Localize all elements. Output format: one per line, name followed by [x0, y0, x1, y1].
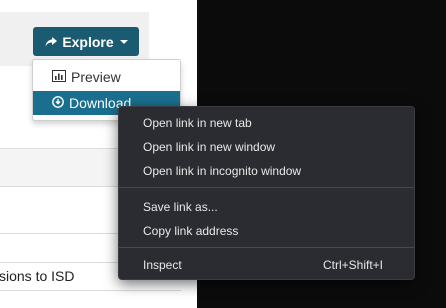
menu-separator — [119, 247, 414, 248]
ctx-save-link-as[interactable]: Save link as... — [119, 195, 414, 219]
ctx-inspect-label: Inspect — [143, 258, 182, 272]
table-row-text: ssions to ISD — [0, 268, 75, 284]
explore-button[interactable]: Explore — [33, 27, 139, 56]
download-circle-icon — [52, 95, 64, 111]
menu-separator — [119, 187, 414, 188]
ctx-copy-link-address[interactable]: Copy link address — [119, 219, 414, 243]
share-arrow-icon — [44, 36, 58, 48]
ctx-open-new-window[interactable]: Open link in new window — [119, 135, 414, 159]
browser-context-menu: Open link in new tab Open link in new wi… — [118, 106, 415, 280]
caret-down-icon — [119, 39, 128, 44]
menu-item-label: Preview — [71, 69, 121, 85]
explore-button-label: Explore — [62, 33, 114, 50]
ctx-inspect[interactable]: Inspect Ctrl+Shift+I — [119, 253, 414, 277]
menu-item-preview[interactable]: Preview — [33, 65, 180, 89]
table-divider — [0, 290, 181, 291]
bar-chart-icon — [52, 69, 66, 85]
ctx-inspect-shortcut: Ctrl+Shift+I — [322, 258, 383, 272]
ctx-open-new-tab[interactable]: Open link in new tab — [119, 111, 414, 135]
ctx-open-incognito[interactable]: Open link in incognito window — [119, 159, 414, 183]
